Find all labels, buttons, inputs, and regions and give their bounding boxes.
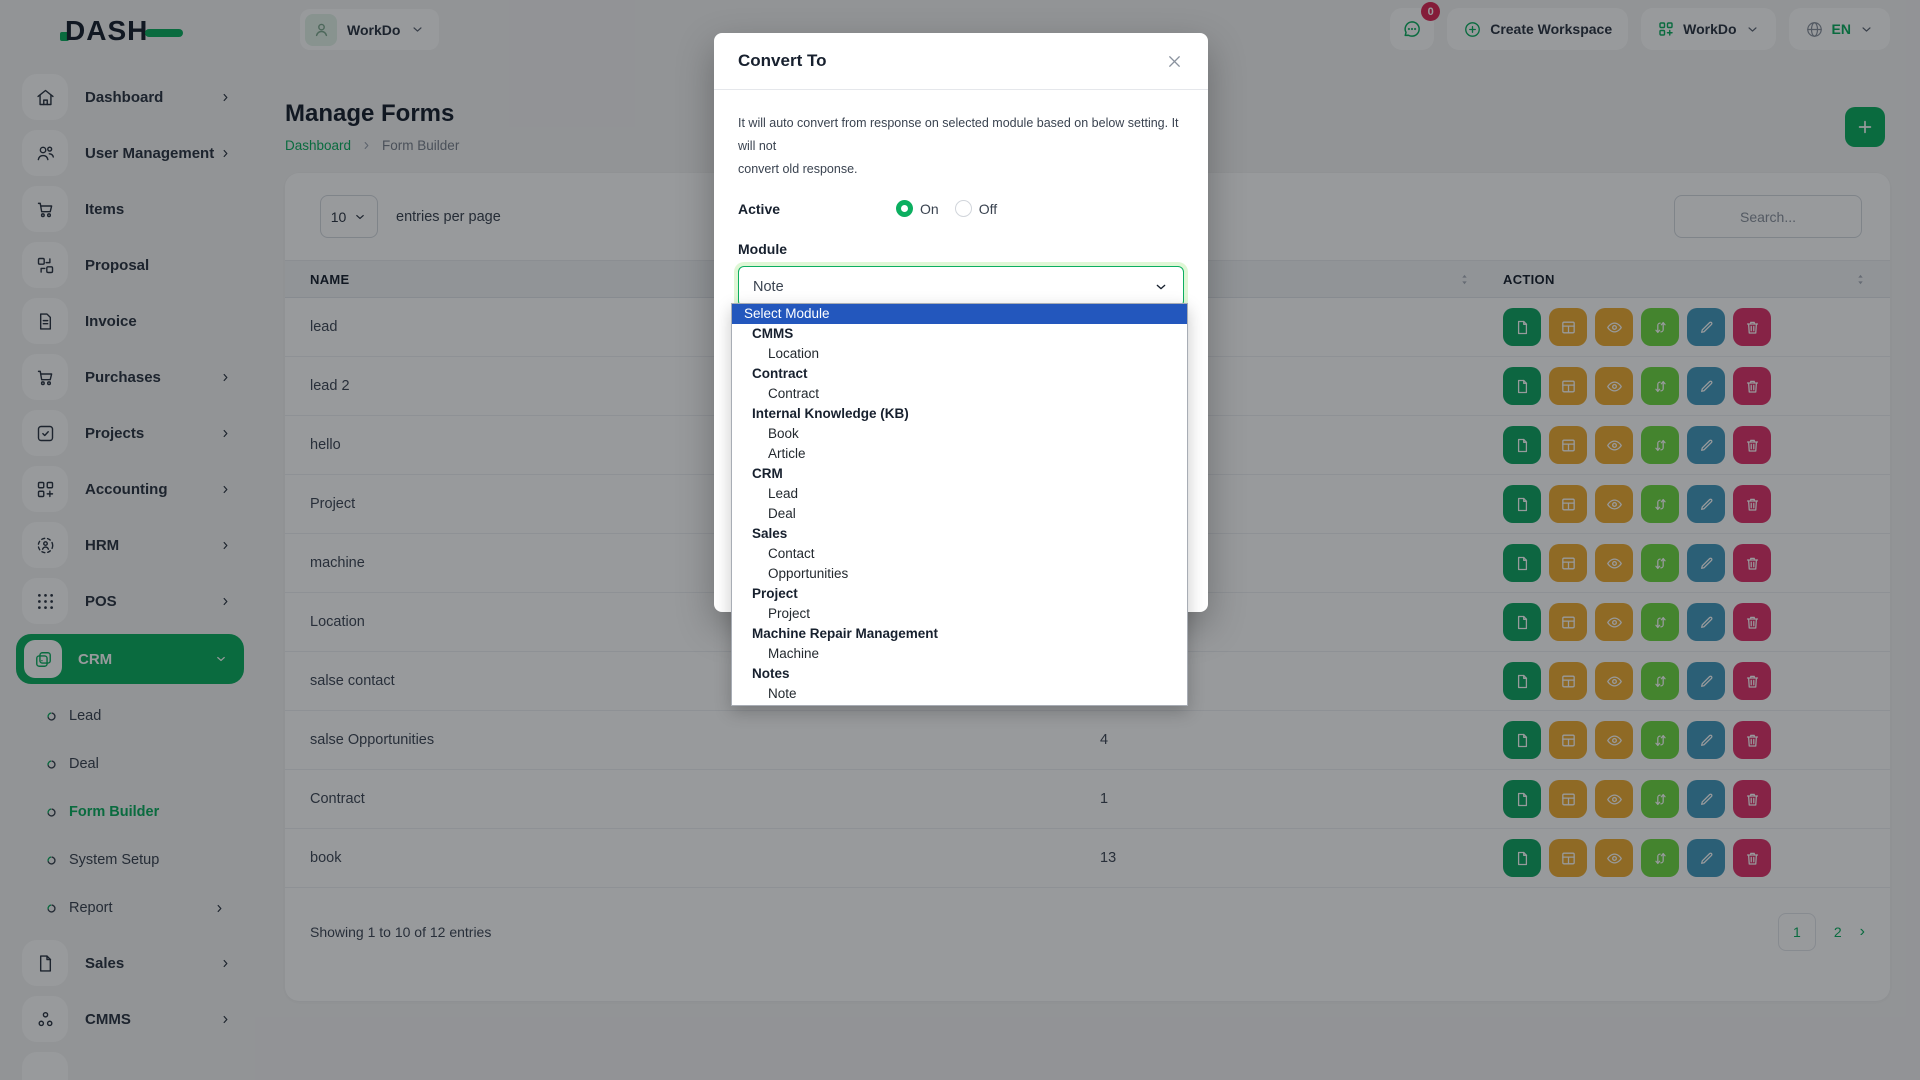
active-label: Active — [738, 201, 780, 217]
convert-to-modal: Convert To It will auto convert from res… — [714, 33, 1208, 612]
dropdown-group-project: Project — [732, 584, 1187, 604]
modal-description-line2: convert old response. — [738, 158, 1190, 181]
dropdown-group-notes: Notes — [732, 664, 1187, 684]
dropdown-option-location[interactable]: Location — [732, 344, 1187, 364]
modal-body: It will auto convert from response on se… — [714, 90, 1208, 329]
dropdown-option-deal[interactable]: Deal — [732, 504, 1187, 524]
dropdown-option-contact[interactable]: Contact — [732, 544, 1187, 564]
radio-off-icon — [955, 200, 972, 217]
dropdown-option-book[interactable]: Book — [732, 424, 1187, 444]
module-label: Module — [738, 241, 1184, 257]
dropdown-group-machine-repair-management: Machine Repair Management — [732, 624, 1187, 644]
dropdown-option-project[interactable]: Project — [732, 604, 1187, 624]
dropdown-group-internal-knowledge-kb-: Internal Knowledge (KB) — [732, 404, 1187, 424]
radio-on-icon — [896, 200, 913, 217]
dropdown-option-note[interactable]: Note — [732, 684, 1187, 704]
app-root: DASH WorkDo 0 Create Workspace WorkDo — [0, 0, 1920, 1080]
dropdown-group-sales: Sales — [732, 524, 1187, 544]
dropdown-option-machine[interactable]: Machine — [732, 644, 1187, 664]
modal-description: It will auto convert from response on se… — [738, 112, 1190, 181]
module-select-value: Note — [753, 279, 784, 295]
close-icon[interactable] — [1165, 52, 1184, 71]
dropdown-option-contract[interactable]: Contract — [732, 384, 1187, 404]
dropdown-group-cmms: CMMS — [732, 324, 1187, 344]
radio-on-option[interactable]: On — [896, 200, 939, 217]
active-radio-group: On Off — [896, 200, 997, 217]
active-field-row: Active On Off — [738, 200, 1184, 217]
module-select-dropdown: Select ModuleCMMSLocationContractContrac… — [731, 303, 1188, 706]
dropdown-option-select-module[interactable]: Select Module — [732, 304, 1187, 324]
dropdown-group-contract: Contract — [732, 364, 1187, 384]
dropdown-group-crm: CRM — [732, 464, 1187, 484]
dropdown-option-lead[interactable]: Lead — [732, 484, 1187, 504]
modal-header: Convert To — [714, 33, 1208, 90]
dropdown-option-article[interactable]: Article — [732, 444, 1187, 464]
dropdown-option-opportunities[interactable]: Opportunities — [732, 564, 1187, 584]
modal-title: Convert To — [738, 51, 826, 71]
module-select[interactable]: Note — [738, 266, 1184, 307]
chevron-down-icon — [1153, 279, 1169, 295]
radio-off-label: Off — [979, 201, 997, 217]
modal-description-line1: It will auto convert from response on se… — [738, 116, 1179, 153]
radio-off-option[interactable]: Off — [955, 200, 997, 217]
radio-on-label: On — [920, 201, 939, 217]
